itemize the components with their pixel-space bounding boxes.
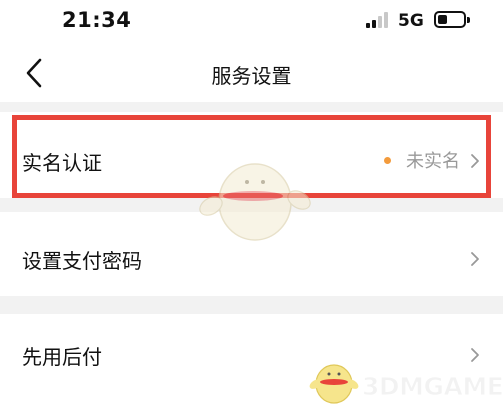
- watermark-text: 3DMGAME: [361, 372, 503, 402]
- row-label: 先用后付: [22, 345, 102, 369]
- duck-logo-icon: [309, 364, 359, 404]
- network-type: 5G: [398, 11, 424, 31]
- watermark: 3DMGAME: [308, 354, 503, 406]
- mascot-watermark: [199, 163, 311, 241]
- row-label: 设置支付密码: [22, 249, 142, 273]
- chevron-right-icon: [471, 154, 479, 168]
- page-title: 服务设置: [211, 64, 292, 88]
- status-bar: 21:34 5G: [0, 0, 503, 44]
- nav-bar: 服务设置: [0, 44, 503, 102]
- status-time: 21:34: [62, 8, 132, 32]
- signal-icon: [366, 12, 390, 28]
- chevron-right-icon: [471, 252, 479, 266]
- row-label: 实名认证: [22, 151, 102, 175]
- status-dot: [384, 157, 391, 164]
- battery-icon: [434, 11, 470, 28]
- verification-status: 未实名: [406, 151, 460, 172]
